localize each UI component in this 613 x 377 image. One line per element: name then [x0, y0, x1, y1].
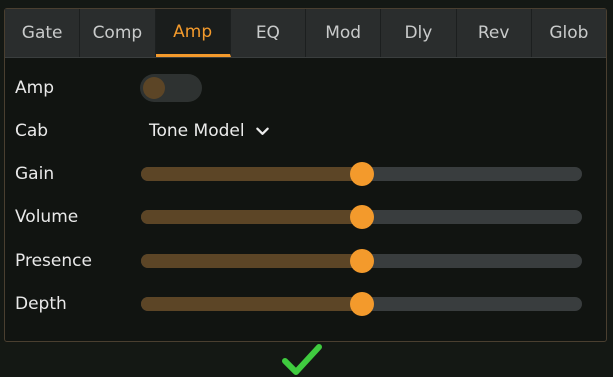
slider-thumb[interactable] — [349, 292, 374, 316]
slider-thumb[interactable] — [349, 249, 374, 273]
gain-row: Gain — [15, 159, 595, 189]
amp-row: Amp — [15, 73, 595, 103]
slider-fill — [141, 210, 362, 224]
cab-select-value: Tone Model — [149, 121, 245, 141]
volume-label: Volume — [15, 207, 79, 227]
tab-amp[interactable]: Amp — [155, 9, 231, 57]
amp-label: Amp — [15, 78, 54, 98]
cab-select[interactable]: Tone Model — [149, 121, 270, 141]
checkmark-icon[interactable] — [281, 342, 323, 376]
gain-slider[interactable] — [141, 162, 582, 186]
effect-tabs: Gate Comp Amp EQ Mod Dly Rev Glob — [5, 9, 606, 58]
cab-label: Cab — [15, 121, 49, 141]
presence-label: Presence — [15, 251, 92, 271]
depth-row: Depth — [15, 289, 595, 319]
tab-mod[interactable]: Mod — [306, 9, 382, 57]
slider-thumb[interactable] — [349, 205, 374, 229]
amp-toggle[interactable] — [140, 74, 202, 102]
slider-fill — [141, 167, 362, 181]
presence-row: Presence — [15, 246, 595, 276]
tab-glob[interactable]: Glob — [532, 9, 606, 57]
cab-row: Cab Tone Model — [15, 116, 595, 146]
volume-slider[interactable] — [141, 205, 582, 229]
tab-dly[interactable]: Dly — [381, 9, 457, 57]
amp-settings-panel: Gate Comp Amp EQ Mod Dly Rev Glob Amp Ca… — [4, 8, 607, 342]
tab-eq[interactable]: EQ — [231, 9, 306, 57]
presence-slider[interactable] — [141, 249, 582, 273]
chevron-down-icon — [255, 127, 269, 135]
slider-thumb[interactable] — [349, 162, 374, 186]
volume-row: Volume — [15, 202, 595, 232]
slider-fill — [141, 254, 362, 268]
toggle-knob — [143, 77, 165, 99]
depth-label: Depth — [15, 294, 67, 314]
tab-rev[interactable]: Rev — [457, 9, 532, 57]
depth-slider[interactable] — [141, 292, 582, 316]
tab-comp[interactable]: Comp — [80, 9, 156, 57]
tab-gate[interactable]: Gate — [5, 9, 81, 57]
slider-fill — [141, 297, 362, 311]
gain-label: Gain — [15, 164, 55, 184]
